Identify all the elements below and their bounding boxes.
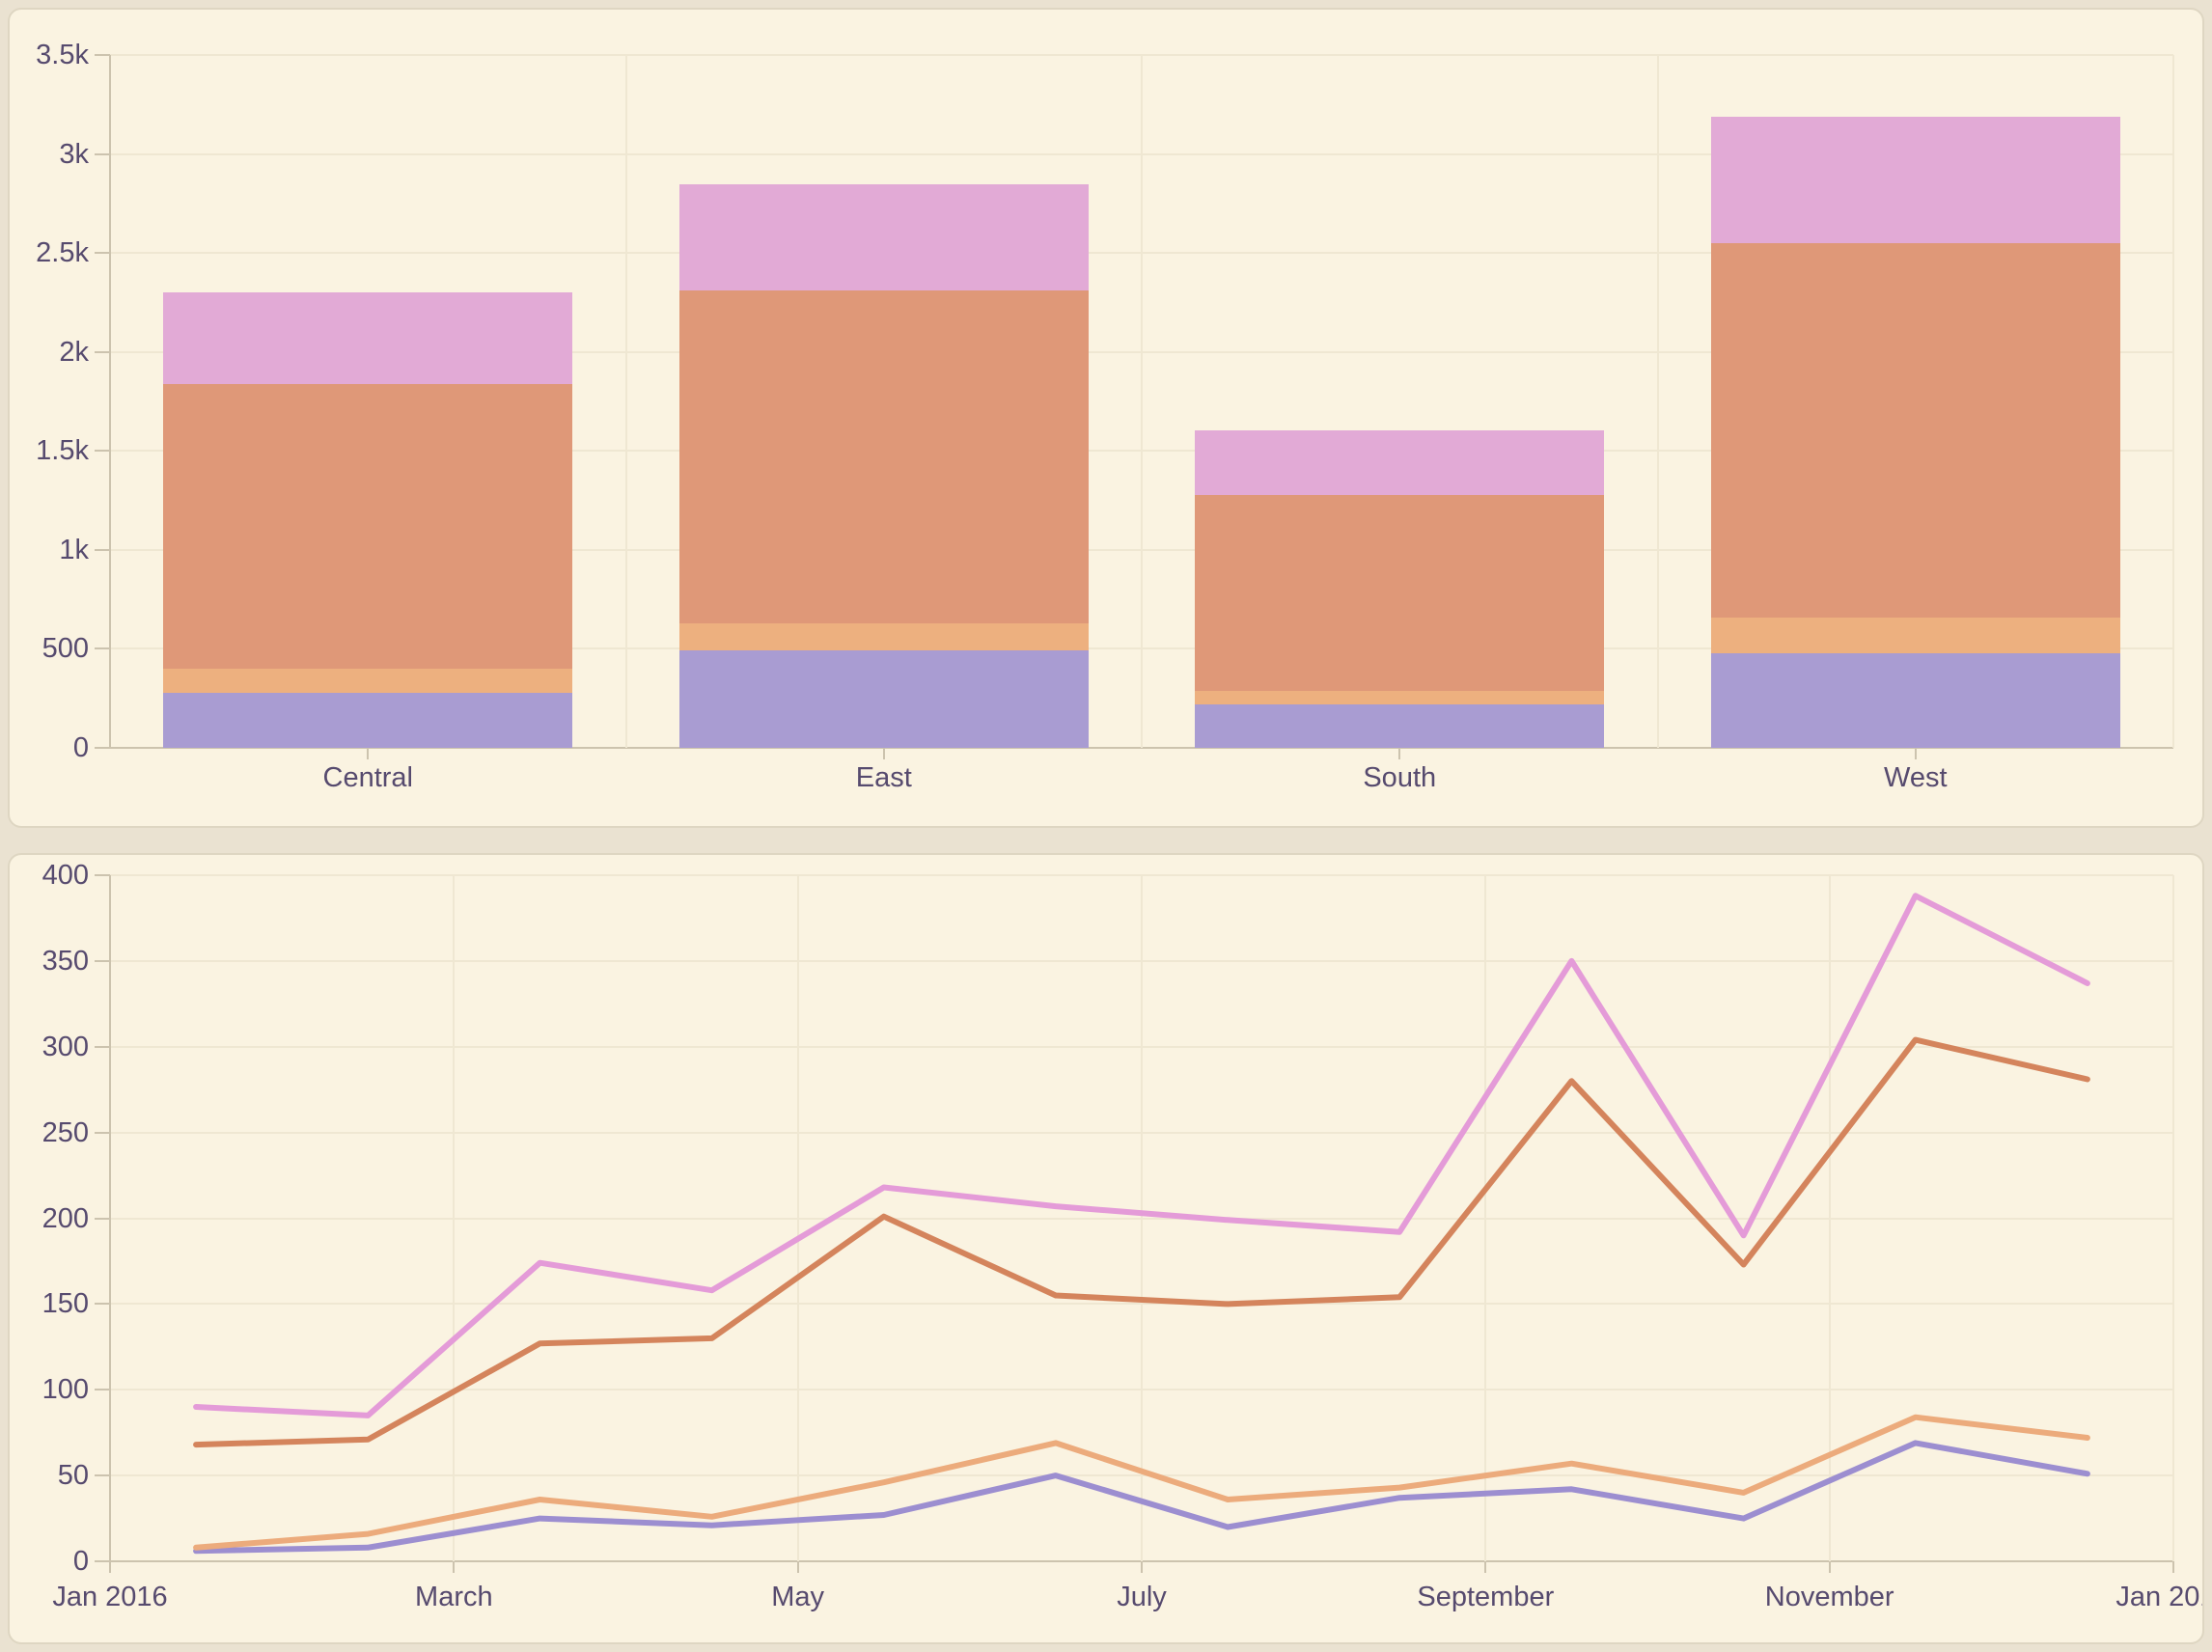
line-orange[interactable] [196, 1040, 2088, 1446]
y-tick-mark [95, 450, 110, 452]
bar-segment-series-3-salmon[interactable] [679, 290, 1089, 623]
x-tick-mark [797, 1561, 799, 1573]
y-tick-mark [95, 1218, 110, 1220]
y-tick-label: 400 [10, 860, 89, 891]
y-tick-label: 350 [10, 946, 89, 977]
y-tick-mark [95, 1046, 110, 1048]
y-tick-mark [95, 1560, 110, 1562]
x-tick-label: May [605, 1582, 991, 1612]
x-tick-label: Jan 2017 [1980, 1582, 2204, 1612]
x-category-label: Central [175, 762, 561, 793]
x-tick-mark [367, 748, 369, 759]
x-tick-label: March [261, 1582, 647, 1612]
y-tick-mark [95, 252, 110, 254]
y-tick-label: 100 [10, 1374, 89, 1405]
y-tick-label: 3.5k [10, 40, 89, 70]
bar-segment-series-4-pink[interactable] [1195, 430, 1604, 496]
y-tick-label: 3k [10, 139, 89, 170]
x-tick-mark [109, 1561, 111, 1573]
x-tick-mark [1141, 1561, 1143, 1573]
bar-segment-series-4-pink[interactable] [1711, 117, 2120, 243]
x-category-label: West [1723, 762, 2109, 793]
x-tick-mark [883, 748, 885, 759]
category-boundary-gridline [1141, 55, 1143, 748]
y-tick-mark [95, 1303, 110, 1305]
x-category-label: South [1206, 762, 1592, 793]
y-tick-label: 500 [10, 633, 89, 664]
x-category-label: East [691, 762, 1077, 793]
x-tick-mark [1398, 748, 1400, 759]
y-tick-mark [95, 1474, 110, 1476]
x-tick-label: Jan 2016 [8, 1582, 303, 1612]
x-tick-mark [1484, 1561, 1486, 1573]
line-purple[interactable] [196, 1443, 2088, 1551]
y-tick-mark [95, 1389, 110, 1390]
bar-segment-series-4-pink[interactable] [163, 292, 572, 383]
y-tick-label: 250 [10, 1117, 89, 1148]
y-tick-mark [95, 1132, 110, 1134]
y-tick-label: 300 [10, 1032, 89, 1062]
y-tick-mark [95, 647, 110, 649]
x-tick-label: September [1292, 1582, 1678, 1612]
y-tick-mark [95, 351, 110, 353]
x-tick-mark [1915, 748, 1917, 759]
category-boundary-gridline [1657, 55, 1659, 748]
x-tick-mark [2172, 1561, 2174, 1573]
bar-segment-series-3-salmon[interactable] [163, 384, 572, 669]
y-tick-label: 2.5k [10, 237, 89, 268]
x-tick-label: November [1637, 1582, 2023, 1612]
bar-segment-series-2-peach[interactable] [1195, 691, 1604, 704]
x-tick-mark [453, 1561, 455, 1573]
y-tick-label: 0 [10, 732, 89, 763]
line-chart-card: 0 50 100 150 200 250 300 350 400 Jan 2016MarchMay… [8, 853, 2204, 1644]
bar-segment-series-4-pink[interactable] [679, 184, 1089, 290]
y-tick-label: 150 [10, 1288, 89, 1319]
y-tick-label: 0 [10, 1546, 89, 1577]
y-tick-mark [95, 153, 110, 155]
y-tick-label: 1k [10, 535, 89, 565]
y-tick-mark [95, 549, 110, 551]
y-tick-label: 2k [10, 337, 89, 368]
bar-segment-series-3-salmon[interactable] [1711, 243, 2120, 618]
bar-segment-series-1-purple[interactable] [1195, 704, 1604, 748]
line-series-layer [110, 875, 2173, 1561]
x-tick-label: July [949, 1582, 1335, 1612]
bar-segment-series-2-peach[interactable] [163, 669, 572, 693]
y-axis-line [109, 55, 111, 748]
stacked-bar-chart-card: 0 500 1k 1.5k 2k 2.5k 3k 3.5k Central East South We… [8, 8, 2204, 828]
y-tick-mark [95, 747, 110, 749]
bar-segment-series-2-peach[interactable] [679, 623, 1089, 651]
y-tick-label: 1.5k [10, 435, 89, 466]
bar-segment-series-1-purple[interactable] [679, 650, 1089, 748]
y-tick-mark [95, 54, 110, 56]
y-tick-mark [95, 960, 110, 962]
y-tick-mark [95, 874, 110, 876]
bar-segment-series-2-peach[interactable] [1711, 618, 2120, 653]
y-tick-label: 50 [10, 1460, 89, 1491]
x-tick-mark [1829, 1561, 1831, 1573]
bar-segment-series-3-salmon[interactable] [1195, 495, 1604, 690]
category-boundary-gridline [625, 55, 627, 748]
y-tick-label: 200 [10, 1203, 89, 1234]
category-boundary-gridline [2172, 55, 2174, 748]
line-pink[interactable] [196, 895, 2088, 1416]
bar-segment-series-1-purple[interactable] [1711, 653, 2120, 748]
bar-segment-series-1-purple[interactable] [163, 693, 572, 748]
